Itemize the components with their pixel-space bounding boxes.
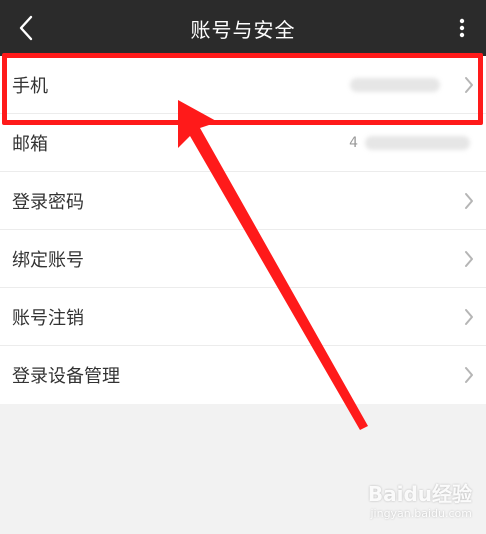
settings-item-cancel-account[interactable]: 账号注销 (0, 288, 486, 346)
chevron-right-icon (460, 364, 478, 386)
settings-item-label: 登录设备管理 (12, 366, 120, 387)
red-highlight-box (2, 53, 483, 125)
settings-item-label: 账号注销 (12, 307, 84, 329)
settings-item-login-password[interactable]: 登录密码 (0, 172, 486, 230)
settings-item-label: 登录密码 (12, 191, 84, 213)
settings-item-bind-account[interactable]: 绑定账号 (0, 230, 486, 288)
settings-item-device-management[interactable]: 登录设备管理 (0, 346, 486, 404)
redacted-value (365, 135, 470, 150)
settings-item-label: 绑定账号 (12, 249, 84, 271)
chevron-right-icon (460, 190, 478, 212)
watermark-logo: Baidu经验 (367, 482, 472, 506)
baidu-watermark: Baidu经验 jingyan.baidu.com (368, 478, 472, 520)
settings-item-value: 4 (349, 134, 358, 151)
watermark-url: jingyan.baidu.com (370, 507, 472, 520)
vertical-ellipsis-icon[interactable] (448, 12, 476, 44)
page-title: 账号与安全 (190, 17, 296, 42)
chevron-right-icon (460, 306, 478, 328)
app-screen: 账号与安全 手机 邮箱 4 登录密码 绑定账号 账号注销 登录设备管理 Baid… (0, 0, 486, 534)
chevron-right-icon (460, 248, 478, 270)
top-navigation-bar: 账号与安全 (0, 0, 486, 56)
settings-item-label: 邮箱 (12, 133, 48, 155)
